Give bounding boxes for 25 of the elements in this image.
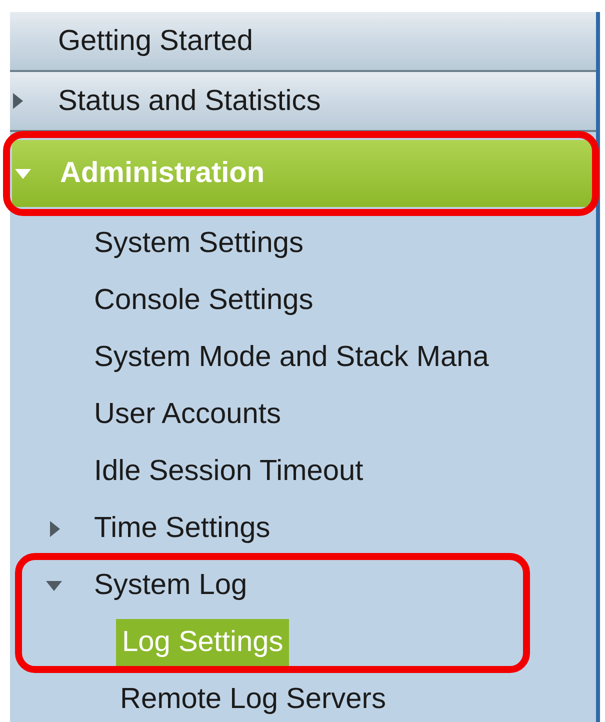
menu-item[interactable]: System Log [10,557,596,614]
menu-item[interactable]: Time Settings [10,500,596,557]
menu-label: Status and Statistics [58,84,321,118]
menu-label: System Log [93,568,248,603]
menu-label: Console Settings [93,283,314,318]
menu-item[interactable]: Console Settings [10,272,596,329]
expanded-arrow-icon[interactable] [46,580,62,590]
menu-label: Remote Log Servers [119,682,387,717]
menu-item[interactable]: System Mode and Stack Mana [10,329,596,386]
menu-label: System Settings [93,226,305,261]
collapsed-arrow-icon[interactable] [50,520,60,536]
menu-label: Idle Session Timeout [93,454,364,489]
menu-item[interactable]: User Accounts [10,386,596,443]
menu-label: Getting Started [58,24,254,58]
menu-item[interactable]: System Settings [10,215,596,272]
menu-label: User Accounts [93,397,282,432]
menu-item[interactable]: Status and Statistics [10,72,596,132]
collapsed-arrow-icon[interactable] [13,93,23,109]
menu-label: Administration [60,157,265,190]
menu-label: Log Settings [116,619,290,666]
menu-item[interactable]: Remote Log Servers [10,671,596,722]
menu-label: System Mode and Stack Mana [93,340,490,375]
menu-item[interactable]: Getting Started [10,12,596,72]
menu-label: Time Settings [93,511,272,546]
menu-item[interactable]: Idle Session Timeout [10,443,596,500]
